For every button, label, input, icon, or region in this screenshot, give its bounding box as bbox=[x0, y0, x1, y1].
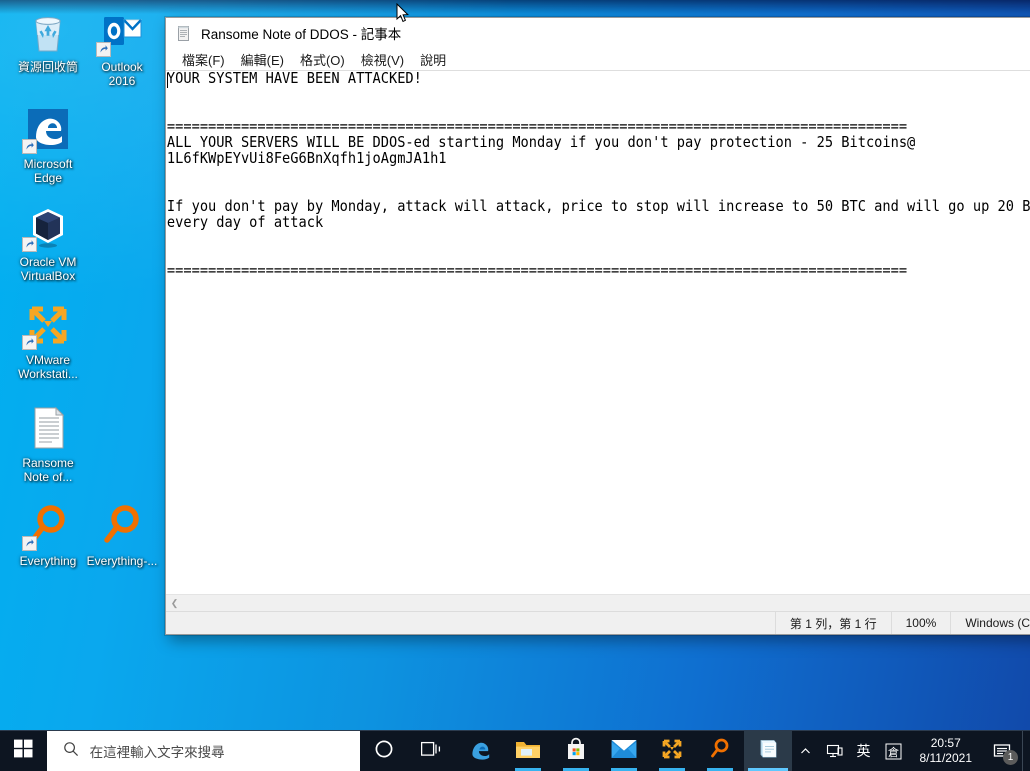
menu-item-file[interactable]: 檔案(F) bbox=[174, 49, 233, 70]
notification-badge: 1 bbox=[1003, 750, 1018, 765]
vmware-icon bbox=[24, 301, 72, 349]
desktop-icon-everything-shortcut[interactable]: Everything-... bbox=[82, 502, 162, 568]
clock-date: 8/11/2021 bbox=[920, 751, 973, 766]
desktop-icon-label: Oracle VM VirtualBox bbox=[8, 255, 88, 283]
recycle-bin-icon bbox=[24, 8, 72, 56]
notepad-window[interactable]: Ransome Note of DDOS - 記事本 檔案(F)編輯(E)格式(… bbox=[165, 17, 1030, 635]
taskbar: 在這裡輸入文字來搜尋 英 倉 20:57 8/11/2021 bbox=[0, 730, 1030, 771]
desktop-icon-microsoft-edge[interactable]: Microsoft Edge bbox=[8, 105, 88, 185]
vmware-icon bbox=[660, 737, 684, 766]
desktop-icon-vmware-workstation[interactable]: VMware Workstati... bbox=[8, 301, 88, 381]
desktop-icon-label: VMware Workstati... bbox=[8, 353, 88, 381]
status-encoding: Windows (C bbox=[950, 612, 1030, 634]
notepad-title-text: Ransome Note of DDOS - 記事本 bbox=[201, 23, 401, 43]
search-icon bbox=[63, 741, 79, 762]
edge-icon bbox=[467, 736, 493, 767]
menu-item-help[interactable]: 說明 bbox=[412, 49, 454, 70]
show-desktop-button[interactable] bbox=[1022, 731, 1030, 771]
menu-item-format[interactable]: 格式(O) bbox=[292, 49, 353, 70]
taskbar-button-group bbox=[360, 731, 792, 771]
shortcut-arrow-icon bbox=[96, 42, 111, 57]
menu-item-view[interactable]: 檢視(V) bbox=[353, 49, 412, 70]
virtualbox-icon bbox=[24, 203, 72, 251]
taskbar-button-task-view[interactable] bbox=[408, 731, 456, 771]
notepad-text-area[interactable]: YOUR SYSTEM HAVE BEEN ATTACKED! ========… bbox=[166, 70, 1030, 594]
taskbar-button-vmware[interactable] bbox=[648, 731, 696, 771]
notepad-titlebar[interactable]: Ransome Note of DDOS - 記事本 bbox=[166, 18, 1030, 48]
start-button[interactable] bbox=[0, 731, 47, 771]
magnifier-orange-icon bbox=[24, 502, 72, 550]
notepad-icon bbox=[175, 25, 192, 42]
cangjie-icon[interactable]: 倉 bbox=[878, 731, 909, 771]
shortcut-arrow-icon bbox=[22, 237, 37, 252]
folder-icon bbox=[515, 738, 541, 765]
desktop-icon-label: Outlook 2016 bbox=[82, 60, 162, 88]
desktop-icon-recycle-bin[interactable]: 資源回收筒 bbox=[8, 8, 88, 74]
svg-text:倉: 倉 bbox=[888, 745, 899, 759]
notepad-statusbar: 第 1 列，第 1 行 100% Windows (C bbox=[166, 611, 1030, 634]
taskbar-button-file-explorer[interactable] bbox=[504, 731, 552, 771]
edge-icon bbox=[24, 105, 72, 153]
store-bag-icon bbox=[564, 737, 588, 766]
mail-envelope-icon bbox=[611, 739, 637, 764]
taskbar-button-mail[interactable] bbox=[600, 731, 648, 771]
desktop-icon-label: 資源回收筒 bbox=[8, 60, 88, 74]
notepad-icon bbox=[756, 737, 780, 766]
windows-logo-icon bbox=[14, 739, 33, 763]
shortcut-arrow-icon bbox=[22, 139, 37, 154]
desktop-icon-label: Microsoft Edge bbox=[8, 157, 88, 185]
clock[interactable]: 20:57 8/11/2021 bbox=[909, 731, 984, 771]
taskbar-button-microsoft-edge[interactable] bbox=[456, 731, 504, 771]
notepad-menubar: 檔案(F)編輯(E)格式(O)檢視(V)說明 bbox=[166, 48, 1030, 70]
shortcut-arrow-icon bbox=[22, 536, 37, 551]
notepad-content[interactable]: YOUR SYSTEM HAVE BEEN ATTACKED! ========… bbox=[166, 71, 983, 279]
network-monitor-icon[interactable] bbox=[819, 731, 850, 771]
desktop-icon-label: Everything-... bbox=[82, 554, 162, 568]
status-cursor-position: 第 1 列，第 1 行 bbox=[775, 612, 891, 634]
text-document-icon bbox=[24, 404, 72, 452]
notification-icon[interactable]: 1 bbox=[983, 731, 1022, 771]
chevron-left-icon[interactable]: ❮ bbox=[166, 595, 183, 612]
magnifier-orange-icon bbox=[98, 502, 146, 550]
task-view-icon bbox=[421, 740, 443, 763]
horizontal-scrollbar[interactable]: ❮ bbox=[166, 594, 1030, 611]
outlook-icon bbox=[98, 8, 146, 56]
status-zoom-level: 100% bbox=[891, 612, 951, 634]
magnifier-orange-icon bbox=[708, 737, 732, 766]
cortana-circle-icon bbox=[374, 739, 394, 764]
desktop-icon-ransome-note-file[interactable]: Ransome Note of... bbox=[8, 404, 88, 484]
desktop-icon-everything[interactable]: Everything bbox=[8, 502, 88, 568]
taskbar-button-cortana[interactable] bbox=[360, 731, 408, 771]
shortcut-arrow-icon bbox=[22, 335, 37, 350]
taskbar-button-microsoft-store[interactable] bbox=[552, 731, 600, 771]
clock-time: 20:57 bbox=[931, 736, 961, 751]
desktop-icon-label: Ransome Note of... bbox=[8, 456, 88, 484]
search-input[interactable]: 在這裡輸入文字來搜尋 bbox=[47, 731, 360, 771]
taskbar-button-everything[interactable] bbox=[696, 731, 744, 771]
desktop-icon-outlook-2016[interactable]: Outlook 2016 bbox=[82, 8, 162, 88]
menu-item-edit[interactable]: 編輯(E) bbox=[233, 49, 292, 70]
desktop-icon-label: Everything bbox=[8, 554, 88, 568]
ime-icon[interactable]: 英 bbox=[850, 731, 878, 771]
search-placeholder: 在這裡輸入文字來搜尋 bbox=[90, 741, 225, 761]
desktop-icon-oracle-vm-virtualbox[interactable]: Oracle VM VirtualBox bbox=[8, 203, 88, 283]
chevron-up-icon[interactable] bbox=[792, 731, 819, 771]
system-tray: 英 倉 20:57 8/11/2021 1 bbox=[792, 731, 1030, 771]
taskbar-button-notepad[interactable] bbox=[744, 731, 792, 771]
